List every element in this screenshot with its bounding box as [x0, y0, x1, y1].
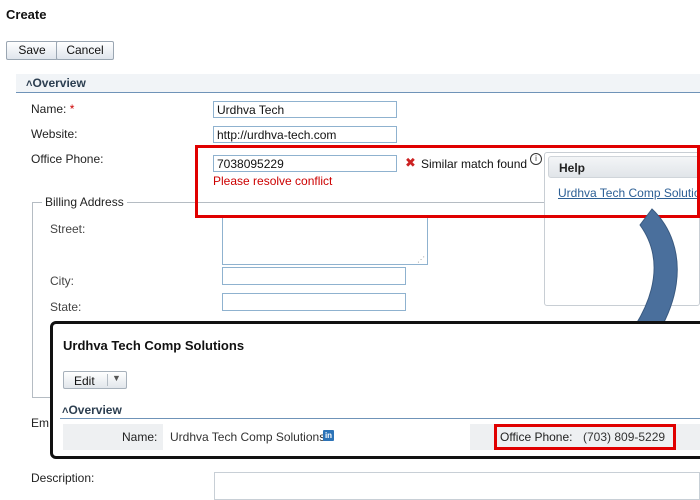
email-label: Em — [31, 416, 49, 430]
phone-highlight-box — [494, 424, 676, 450]
street-textarea[interactable]: ⋰ — [222, 217, 428, 265]
popup-overview-label: Overview — [68, 403, 122, 417]
name-label: Name: * — [31, 102, 75, 116]
description-label: Description: — [31, 471, 95, 485]
cancel-button[interactable]: Cancel — [56, 41, 114, 60]
required-mark: * — [69, 102, 75, 116]
website-input[interactable]: http://urdhva-tech.com — [213, 126, 397, 143]
page-title: Create — [6, 7, 47, 22]
description-textarea[interactable] — [214, 472, 700, 500]
city-label: City: — [50, 274, 74, 288]
popup-title: Urdhva Tech Comp Solutions — [63, 338, 245, 353]
save-button[interactable]: Save — [6, 41, 58, 60]
popup-name-label: Name: — [122, 430, 158, 444]
billing-address-legend: Billing Address — [42, 195, 127, 209]
state-input[interactable] — [222, 293, 406, 311]
popup-overview-header[interactable]: ˄Overview — [60, 402, 700, 419]
popup-name-value: Urdhva Tech Comp Solutions — [170, 430, 326, 444]
resize-grip-icon[interactable]: ⋰ — [417, 255, 425, 264]
edit-split-divider — [107, 374, 108, 386]
chevron-down-icon[interactable]: ▼ — [112, 373, 121, 383]
edit-split-button[interactable]: Edit ▼ — [63, 371, 127, 389]
overview-section-header[interactable]: ˄Overview — [16, 74, 700, 93]
linkedin-icon[interactable]: in — [323, 430, 334, 441]
state-label: State: — [50, 300, 82, 314]
website-label: Website: — [31, 127, 78, 141]
office-phone-label: Office Phone: — [31, 152, 104, 166]
name-input[interactable]: Urdhva Tech — [213, 101, 397, 118]
street-label: Street: — [50, 222, 86, 236]
overview-header-label: Overview — [32, 76, 86, 90]
city-input[interactable] — [222, 267, 406, 285]
edit-button-label[interactable]: Edit — [74, 374, 95, 388]
